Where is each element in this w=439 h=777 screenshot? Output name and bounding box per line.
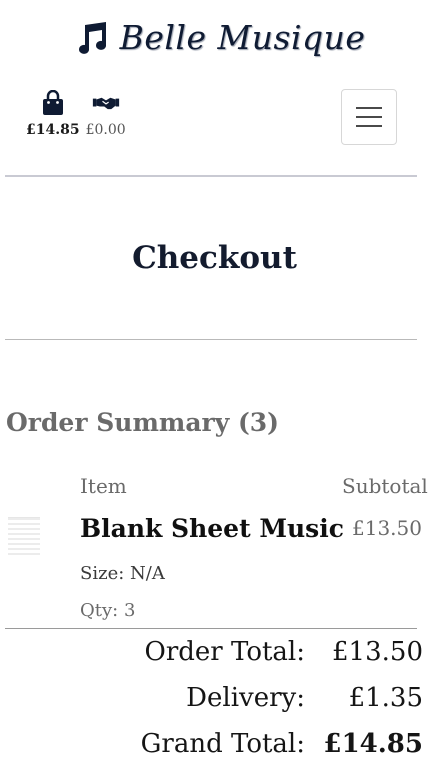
order-total-value: £13.50 <box>332 637 423 667</box>
grand-total-value: £14.85 <box>323 729 423 759</box>
shopping-bag-link[interactable]: £14.85 <box>26 90 80 138</box>
site-logo[interactable]: Belle Musique <box>0 18 439 57</box>
menu-icon-bar <box>356 125 382 127</box>
menu-icon-bar <box>356 116 382 118</box>
menu-icon-bar <box>356 107 382 109</box>
product-name: Blank Sheet Music <box>80 514 344 543</box>
title-divider <box>5 339 417 340</box>
music-note-icon <box>78 21 106 54</box>
column-header-item: Item <box>80 474 127 498</box>
bag-total: £14.85 <box>26 122 80 138</box>
product-subtotal: £13.50 <box>352 516 422 540</box>
header-icons: £14.85 £0.00 <box>26 90 126 138</box>
deals-total: £0.00 <box>85 122 126 138</box>
product-size: Size: N/A <box>80 563 165 584</box>
column-header-subtotal: Subtotal <box>342 474 428 498</box>
page-title: Checkout <box>132 240 297 276</box>
checkout-page: Belle Musique £14.85 £0.00 Checkout Orde… <box>0 0 439 777</box>
delivery-label: Delivery: <box>186 683 305 713</box>
deals-link[interactable]: £0.00 <box>86 90 126 138</box>
nav-toggle-button[interactable] <box>341 89 397 145</box>
grand-total-label: Grand Total: <box>140 729 305 759</box>
handshake-icon <box>92 97 119 110</box>
product-thumbnail[interactable] <box>8 517 40 555</box>
product-qty: Qty: 3 <box>80 600 136 621</box>
logo-text: Belle Musique <box>119 18 366 57</box>
header-divider <box>5 175 417 177</box>
order-summary-heading: Order Summary (3) <box>6 408 279 437</box>
order-total-label: Order Total: <box>144 637 305 667</box>
shopping-bag-icon <box>42 90 63 115</box>
delivery-value: £1.35 <box>348 683 423 713</box>
items-divider <box>5 628 417 629</box>
